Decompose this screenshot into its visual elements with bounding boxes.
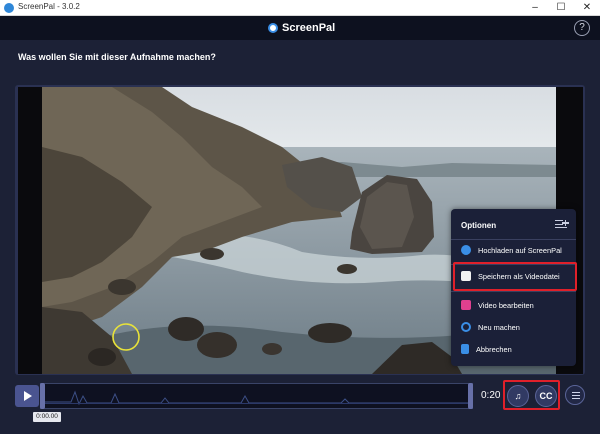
menu-item-cancel[interactable]: Abbrechen — [451, 338, 576, 360]
redo-icon — [461, 322, 471, 332]
window-title: ScreenPal - 3.0.2 — [18, 2, 80, 11]
edit-video-icon — [461, 300, 471, 310]
menu-item-upload[interactable]: Hochladen auf ScreenPal — [451, 239, 576, 261]
current-time: 0:00.00 — [33, 412, 61, 422]
page-title: Was wollen Sie mit dieser Aufnahme mache… — [18, 52, 216, 62]
trim-start-handle[interactable] — [40, 383, 45, 409]
app-icon — [4, 3, 14, 13]
menu-item-label: Hochladen auf ScreenPal — [478, 245, 562, 255]
help-button[interactable]: ? — [574, 20, 590, 36]
menu-divider — [451, 291, 576, 292]
screenpal-logo-icon — [268, 23, 278, 33]
menu-list-button[interactable] — [565, 385, 585, 405]
app-header: ScreenPal ? — [0, 16, 600, 40]
highlight-music-captions — [503, 380, 560, 410]
options-menu-title: Optionen — [461, 221, 497, 230]
menu-item-label: Video bearbeiten — [478, 300, 534, 310]
play-icon — [24, 391, 32, 401]
menu-item-redo[interactable]: Neu machen — [451, 316, 576, 338]
menu-item-edit-video[interactable]: Video bearbeiten — [451, 294, 576, 316]
minimize-button[interactable]: – — [522, 0, 548, 16]
upload-cloud-icon — [461, 245, 471, 255]
maximize-button[interactable]: ☐ — [548, 0, 574, 16]
highlight-save-option — [453, 262, 577, 291]
window-titlebar: ScreenPal - 3.0.2 – ☐ ✕ — [0, 0, 600, 16]
close-button[interactable]: ✕ — [574, 0, 600, 16]
logo-text: ScreenPal — [282, 22, 336, 34]
logo: ScreenPal — [268, 22, 335, 34]
menu-item-label: Neu machen — [478, 322, 520, 332]
duration: 0:20 — [481, 390, 501, 401]
timeline-track[interactable] — [40, 383, 473, 409]
trim-end-handle[interactable] — [468, 383, 473, 409]
playlist-add-icon[interactable] — [555, 219, 569, 229]
menu-item-label: Abbrechen — [476, 344, 512, 354]
audio-waveform — [45, 390, 470, 406]
play-button[interactable] — [15, 385, 39, 407]
trash-icon — [461, 344, 469, 354]
